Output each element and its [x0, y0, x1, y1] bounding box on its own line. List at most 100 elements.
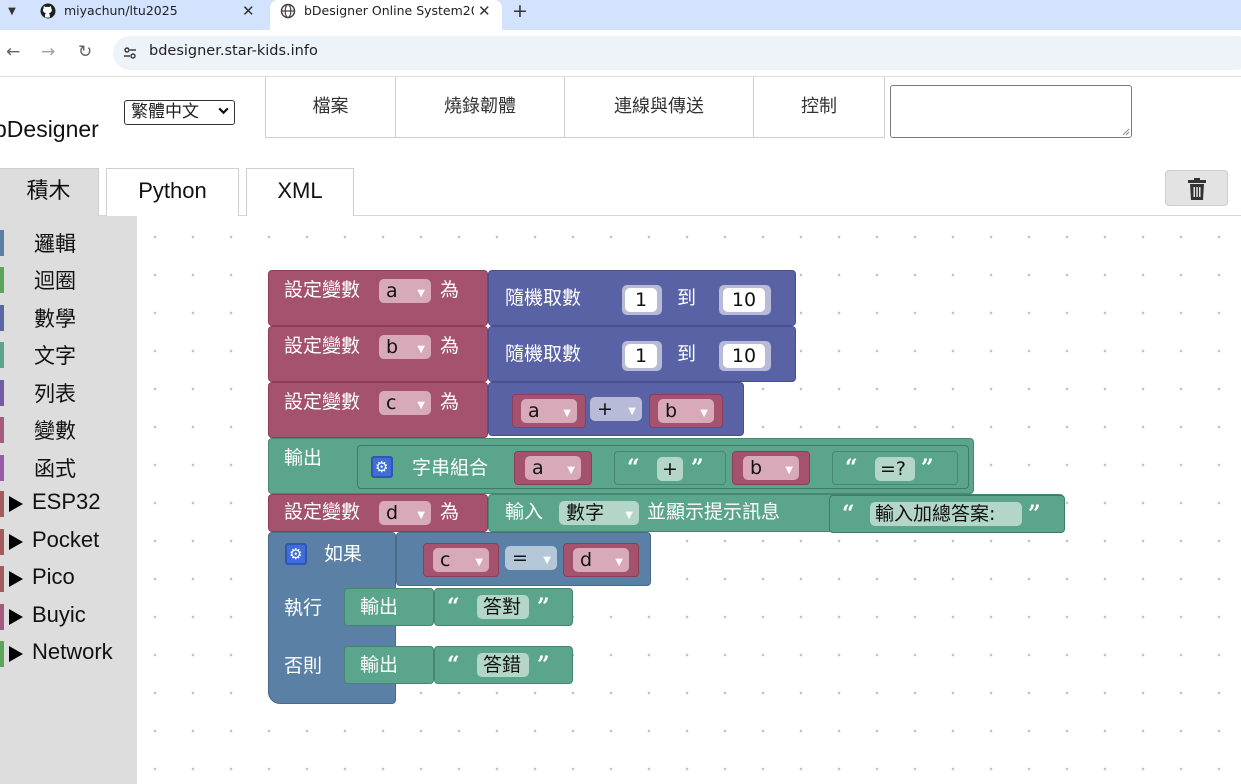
menu-file[interactable]: 檔案 [266, 77, 396, 138]
category-network[interactable]: Network [0, 635, 137, 669]
main-menu: 檔案 燒錄韌體 連線與傳送 控制 [265, 77, 885, 138]
menu-flash-firmware[interactable]: 燒錄韌體 [396, 77, 565, 138]
category-logic[interactable]: 邏輯 [0, 224, 137, 258]
tab-python[interactable]: Python [106, 168, 239, 216]
clear-workspace-button[interactable] [1165, 170, 1228, 206]
text-block[interactable]: “ 答錯 ” [434, 646, 573, 684]
resize-grip-icon[interactable] [1122, 128, 1130, 136]
number-input[interactable]: 1 [625, 288, 657, 312]
operator-symbol: = [512, 547, 528, 569]
block-label: 隨機取數 [505, 343, 582, 365]
print-block[interactable]: 輸出 [344, 588, 434, 626]
category-variables[interactable]: 變數 [0, 411, 137, 445]
menu-connect-send[interactable]: 連線與傳送 [565, 77, 754, 138]
variable-dropdown[interactable]: a ▼ [525, 456, 581, 480]
forward-button[interactable]: → [41, 42, 55, 62]
print-block[interactable]: 輸出 [344, 646, 434, 684]
variable-getter-block[interactable]: b ▼ [649, 394, 723, 428]
mutator-gear-icon[interactable]: ⚙ [371, 456, 393, 478]
category-pocket[interactable]: Pocket [0, 523, 137, 557]
close-tab-icon[interactable]: ✕ [478, 0, 491, 22]
type-dropdown[interactable]: 數字 ▼ [559, 501, 639, 525]
menu-control[interactable]: 控制 [754, 77, 884, 138]
text-block[interactable]: “ 答對 ” [434, 588, 573, 626]
tab-search-chevron-icon[interactable]: ▼ [4, 4, 20, 20]
text-input[interactable]: 輸入加總答案: [870, 502, 1022, 526]
set-variable-block[interactable]: 設定變數 d ▼ 為 [268, 494, 488, 532]
variable-dropdown[interactable]: d ▼ [379, 501, 431, 525]
number-input[interactable]: 10 [723, 288, 765, 312]
open-quote-icon: “ [627, 455, 640, 481]
set-variable-block[interactable]: 設定變數 a ▼ 為 [268, 270, 488, 326]
variable-dropdown[interactable]: c ▼ [379, 391, 431, 415]
variable-getter-block[interactable]: a ▼ [512, 394, 586, 428]
close-quote-icon: ” [921, 455, 934, 481]
variable-dropdown[interactable]: a ▼ [521, 399, 577, 423]
text-input[interactable]: + [657, 457, 683, 481]
open-quote-icon: “ [845, 455, 858, 481]
random-int-block[interactable]: 隨機取數 1 到 10 [488, 326, 796, 382]
new-tab-button[interactable]: + [512, 1, 528, 21]
variable-getter-block[interactable]: a ▼ [514, 451, 592, 485]
language-select[interactable]: 繁體中文 [124, 100, 235, 125]
variable-dropdown[interactable]: b ▼ [743, 456, 799, 480]
category-loops[interactable]: 迴圈 [0, 261, 137, 295]
text-input[interactable]: 答錯 [477, 653, 529, 677]
variable-getter-block[interactable]: d ▼ [563, 543, 639, 577]
compare-block[interactable]: c ▼ = ▼ d ▼ [396, 532, 651, 586]
variable-getter-block[interactable]: b ▼ [732, 451, 810, 485]
variable-dropdown[interactable]: a ▼ [379, 279, 431, 303]
open-quote-icon: “ [447, 652, 460, 678]
browser-tab-bdesigner[interactable]: bDesigner Online System2023 ✕ [270, 0, 502, 32]
block-label: 為 [440, 335, 460, 357]
close-quote-icon: ” [537, 652, 550, 678]
back-button[interactable]: ← [6, 42, 20, 62]
block-label: 設定變數 [284, 279, 361, 301]
expand-arrow-icon[interactable] [9, 646, 23, 662]
category-esp32[interactable]: ESP32 [0, 485, 137, 519]
block-label: 設定變數 [284, 501, 361, 523]
number-input[interactable]: 10 [723, 344, 765, 368]
variable-dropdown[interactable]: d ▼ [573, 548, 629, 572]
text-block[interactable]: “ 輸入加總答案: ” [829, 495, 1065, 533]
text-block[interactable]: “ =? ” [832, 451, 958, 485]
site-info-icon[interactable] [122, 45, 138, 61]
text-join-block[interactable]: ⚙ 字串組合 a ▼ “ + ” b ▼ “ =? ” [357, 445, 969, 489]
text-input[interactable]: 答對 [477, 595, 529, 619]
close-tab-icon[interactable]: ✕ [242, 0, 255, 22]
operator-dropdown[interactable]: + ▼ [590, 397, 642, 421]
number-input[interactable]: 1 [625, 344, 657, 368]
tab-xml[interactable]: XML [246, 168, 354, 216]
arithmetic-block[interactable]: a ▼ + ▼ b ▼ [488, 382, 744, 436]
category-buyic[interactable]: Buyic [0, 598, 137, 632]
category-lists[interactable]: 列表 [0, 374, 137, 408]
browser-tab-github[interactable]: miyachun/ltu2025 ✕ [30, 0, 268, 30]
text-area[interactable] [890, 85, 1132, 138]
expand-arrow-icon[interactable] [9, 609, 23, 625]
expand-arrow-icon[interactable] [9, 571, 23, 587]
print-block[interactable]: 輸出 ⚙ 字串組合 a ▼ “ + ” b ▼ “ =? ” [268, 438, 974, 494]
category-functions[interactable]: 函式 [0, 449, 137, 483]
category-text[interactable]: 文字 [0, 336, 137, 370]
variable-dropdown[interactable]: b ▼ [379, 335, 431, 359]
operator-dropdown[interactable]: = ▼ [505, 546, 557, 570]
text-block[interactable]: “ + ” [614, 451, 726, 485]
variable-dropdown[interactable]: c ▼ [433, 548, 489, 572]
address-bar[interactable]: bdesigner.star-kids.info [113, 36, 1241, 70]
expand-arrow-icon[interactable] [9, 534, 23, 550]
variable-getter-block[interactable]: c ▼ [423, 543, 499, 577]
category-math[interactable]: 數學 [0, 299, 137, 333]
variable-dropdown[interactable]: b ▼ [658, 399, 714, 423]
random-int-block[interactable]: 隨機取數 1 到 10 [488, 270, 796, 326]
blocks-workspace[interactable]: 設定變數 a ▼ 為 隨機取數 1 到 10 設定變數 b ▼ 為 隨機取數 1 到… [137, 216, 1241, 784]
set-variable-block[interactable]: 設定變數 c ▼ 為 [268, 382, 488, 438]
prompt-input-block[interactable]: 輸入 數字 ▼ 並顯示提示訊息 “ 輸入加總答案: ” [488, 494, 1065, 533]
category-pico[interactable]: Pico [0, 560, 137, 594]
globe-icon [280, 3, 296, 19]
tab-blocks[interactable]: 積木 [0, 168, 99, 216]
text-input[interactable]: =? [875, 457, 915, 481]
mutator-gear-icon[interactable]: ⚙ [285, 543, 307, 565]
expand-arrow-icon[interactable] [9, 496, 23, 512]
reload-button[interactable]: ↻ [78, 42, 92, 62]
set-variable-block[interactable]: 設定變數 b ▼ 為 [268, 326, 488, 382]
